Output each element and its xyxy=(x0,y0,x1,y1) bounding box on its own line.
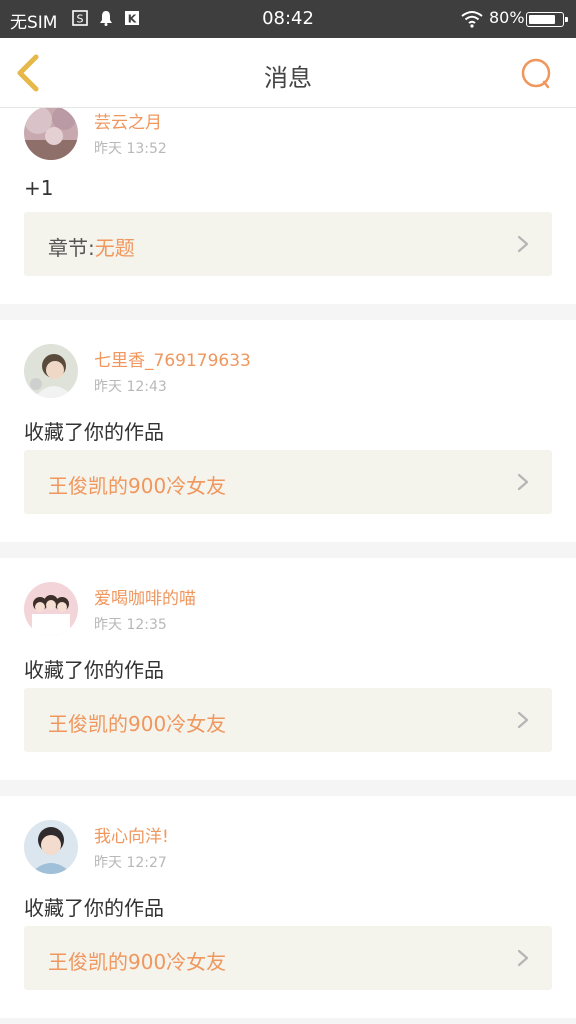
link-title: 无题 xyxy=(94,236,135,260)
battery-percent: 80% xyxy=(489,8,525,27)
avatar-image xyxy=(24,108,78,160)
message-content: 收藏了你的作品 xyxy=(24,896,164,920)
message-card[interactable]: 我心向洋! 昨天 12:27 收藏了你的作品 王俊凯的900冷女友 xyxy=(0,796,576,1018)
chevron-right-icon xyxy=(517,235,529,253)
link-label: 王俊凯的900冷女友 xyxy=(48,470,226,499)
timestamp: 昨天 13:52 xyxy=(94,141,167,157)
link-title: 王俊凯的900冷女友 xyxy=(48,474,227,498)
link-label: 王俊凯的900冷女友 xyxy=(48,946,226,975)
timestamp: 昨天 12:35 xyxy=(94,617,167,633)
username[interactable]: 芸云之月 xyxy=(94,108,162,133)
work-link[interactable]: 王俊凯的900冷女友 xyxy=(24,688,552,752)
app-header: 消息 xyxy=(0,38,576,108)
search-button[interactable] xyxy=(516,54,556,94)
link-prefix: 章节: xyxy=(48,236,95,260)
timestamp: 昨天 12:27 xyxy=(94,855,167,871)
page-title: 消息 xyxy=(264,64,312,92)
timestamp: 昨天 12:43 xyxy=(94,379,167,395)
message-card[interactable]: 芸云之月 昨天 13:52 +1 章节:无题 xyxy=(0,108,576,304)
chevron-right-icon xyxy=(517,473,529,491)
message-content: 收藏了你的作品 xyxy=(24,658,164,682)
message-content: 收藏了你的作品 xyxy=(24,420,164,444)
avatar-image xyxy=(24,344,78,398)
link-label: 章节:无题 xyxy=(48,232,135,261)
link-title: 王俊凯的900冷女友 xyxy=(48,712,227,736)
search-icon xyxy=(521,58,551,89)
link-title: 王俊凯的900冷女友 xyxy=(48,950,227,974)
avatar[interactable] xyxy=(24,344,78,398)
work-link[interactable]: 王俊凯的900冷女友 xyxy=(24,926,552,990)
avatar[interactable] xyxy=(24,582,78,636)
username[interactable]: 七里香_769179633 xyxy=(94,346,251,371)
avatar[interactable] xyxy=(24,820,78,874)
link-label: 王俊凯的900冷女友 xyxy=(48,708,226,737)
message-card[interactable]: 爱喝咖啡的喵 昨天 12:35 收藏了你的作品 王俊凯的900冷女友 xyxy=(0,558,576,780)
battery-icon xyxy=(526,12,568,27)
message-content: +1 xyxy=(24,176,54,200)
avatar[interactable] xyxy=(24,108,78,160)
wifi-icon xyxy=(461,11,483,28)
avatar-image xyxy=(24,582,78,636)
chapter-link[interactable]: 章节:无题 xyxy=(24,212,552,276)
username[interactable]: 我心向洋! xyxy=(94,822,169,847)
message-card[interactable]: 七里香_769179633 昨天 12:43 收藏了你的作品 王俊凯的900冷女… xyxy=(0,320,576,542)
username[interactable]: 爱喝咖啡的喵 xyxy=(94,584,196,609)
message-list[interactable]: 芸云之月 昨天 13:52 +1 章节:无题 七里香_769179633 昨天 … xyxy=(0,108,576,1024)
chevron-right-icon xyxy=(517,949,529,967)
avatar-image xyxy=(24,820,78,874)
status-bar: 无SIM S K 08:42 80% xyxy=(0,0,576,38)
work-link[interactable]: 王俊凯的900冷女友 xyxy=(24,450,552,514)
battery-fill xyxy=(529,15,555,24)
chevron-right-icon xyxy=(517,711,529,729)
battery-nub xyxy=(565,17,568,22)
